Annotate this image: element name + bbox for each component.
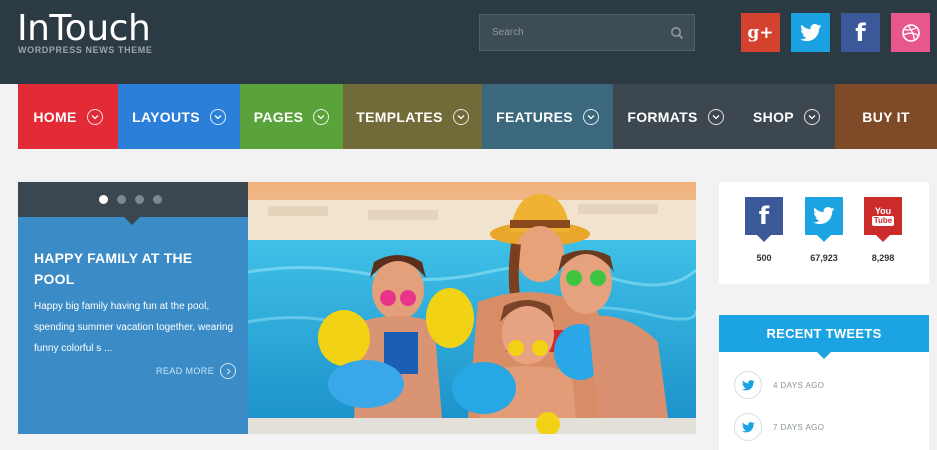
- nav-item-buy-it[interactable]: BUY IT: [835, 84, 937, 149]
- dribbble-icon[interactable]: [891, 13, 930, 52]
- facebook-counter[interactable]: f 500: [745, 197, 783, 263]
- chevron-down-icon[interactable]: [313, 108, 330, 125]
- dribbble-ball-icon: [901, 23, 920, 42]
- facebook-label: f: [855, 18, 866, 47]
- chevron-right-icon: [220, 363, 237, 379]
- recent-tweets-widget: RECENT TWEETS 4 DAYS AGO 7 DAYS AGO: [719, 315, 929, 450]
- twitter-icon: [734, 371, 762, 399]
- social-counter-widget: f 500 67,923 You Tube 8,298: [719, 182, 929, 284]
- nav-label: HOME: [33, 108, 77, 125]
- slide-title[interactable]: HAPPY FAMILY AT THE POOL: [34, 248, 234, 290]
- site-logo[interactable]: InTouch: [17, 8, 151, 49]
- chevron-down-icon[interactable]: [452, 108, 469, 125]
- featured-slider: HAPPY FAMILY AT THE POOL Happy big famil…: [18, 182, 696, 434]
- youtube-label-bottom: Tube: [871, 216, 895, 226]
- tweet-time: 4 DAYS AGO: [773, 380, 825, 390]
- search-box: [479, 14, 695, 51]
- google-plus-icon[interactable]: g+: [741, 13, 780, 52]
- nav-item-pages[interactable]: PAGES: [240, 84, 343, 149]
- google-plus-label: g+: [747, 22, 774, 43]
- nav-label: TEMPLATES: [356, 108, 443, 125]
- twitter-icon[interactable]: [791, 13, 830, 52]
- slide-caption-panel: HAPPY FAMILY AT THE POOL Happy big famil…: [18, 182, 248, 434]
- nav-label: SHOP: [753, 108, 794, 125]
- facebook-glyph: f: [758, 202, 770, 230]
- youtube-counter[interactable]: You Tube 8,298: [864, 197, 902, 263]
- search-icon[interactable]: [670, 26, 684, 40]
- nav-item-templates[interactable]: TEMPLATES: [343, 84, 482, 149]
- site-header: InTouch WORDPRESS NEWS THEME g+ f: [0, 0, 937, 84]
- chevron-down-icon[interactable]: [803, 108, 820, 125]
- nav-item-shop[interactable]: SHOP: [738, 84, 835, 149]
- slide-image[interactable]: [248, 182, 696, 434]
- family-pool-photo: [248, 182, 696, 434]
- chevron-down-icon[interactable]: [209, 108, 226, 125]
- read-more-link[interactable]: READ MORE: [156, 363, 237, 379]
- youtube-icon[interactable]: You Tube: [864, 197, 902, 242]
- facebook-icon[interactable]: f: [745, 197, 783, 242]
- tweet-item[interactable]: 4 DAYS AGO: [734, 370, 914, 400]
- twitter-icon[interactable]: [805, 197, 843, 242]
- slider-pagination: [18, 182, 248, 217]
- slider-dot[interactable]: [153, 195, 162, 204]
- twitter-icon: [734, 413, 762, 441]
- site-tagline: WORDPRESS NEWS THEME: [18, 45, 153, 55]
- twitter-bird-icon: [799, 23, 821, 41]
- tweet-time: 7 DAYS AGO: [773, 422, 825, 432]
- nav-label: LAYOUTS: [132, 108, 200, 125]
- slider-dot[interactable]: [99, 195, 108, 204]
- chevron-down-icon[interactable]: [86, 108, 103, 125]
- slider-dot[interactable]: [135, 195, 144, 204]
- nav-label: BUY IT: [862, 108, 910, 125]
- facebook-icon[interactable]: f: [841, 13, 880, 52]
- nav-item-layouts[interactable]: LAYOUTS: [118, 84, 240, 149]
- twitter-counter[interactable]: 67,923: [805, 197, 843, 263]
- main-nav: HOME LAYOUTS PAGES TEMPLATES FEATURES FO…: [18, 84, 937, 149]
- nav-label: FORMATS: [627, 108, 698, 125]
- youtube-label-top: You: [874, 206, 892, 216]
- tweet-item[interactable]: 7 DAYS AGO: [734, 412, 914, 442]
- chevron-down-icon[interactable]: [582, 108, 599, 125]
- nav-label: PAGES: [253, 108, 304, 125]
- youtube-count: 8,298: [871, 253, 895, 263]
- slider-dot[interactable]: [117, 195, 126, 204]
- pagination-notch: [124, 217, 140, 225]
- recent-tweets-title: RECENT TWEETS: [719, 315, 929, 359]
- nav-item-formats[interactable]: FORMATS: [613, 84, 738, 149]
- nav-item-features[interactable]: FEATURES: [482, 84, 613, 149]
- slide-excerpt: Happy big family having fun at the pool,…: [34, 301, 234, 354]
- read-more-label: READ MORE: [156, 366, 215, 376]
- search-input[interactable]: [480, 15, 660, 50]
- nav-label: FEATURES: [496, 108, 573, 125]
- nav-item-home[interactable]: HOME: [18, 84, 118, 149]
- twitter-bird-icon: [813, 207, 835, 225]
- chevron-down-icon[interactable]: [707, 108, 724, 125]
